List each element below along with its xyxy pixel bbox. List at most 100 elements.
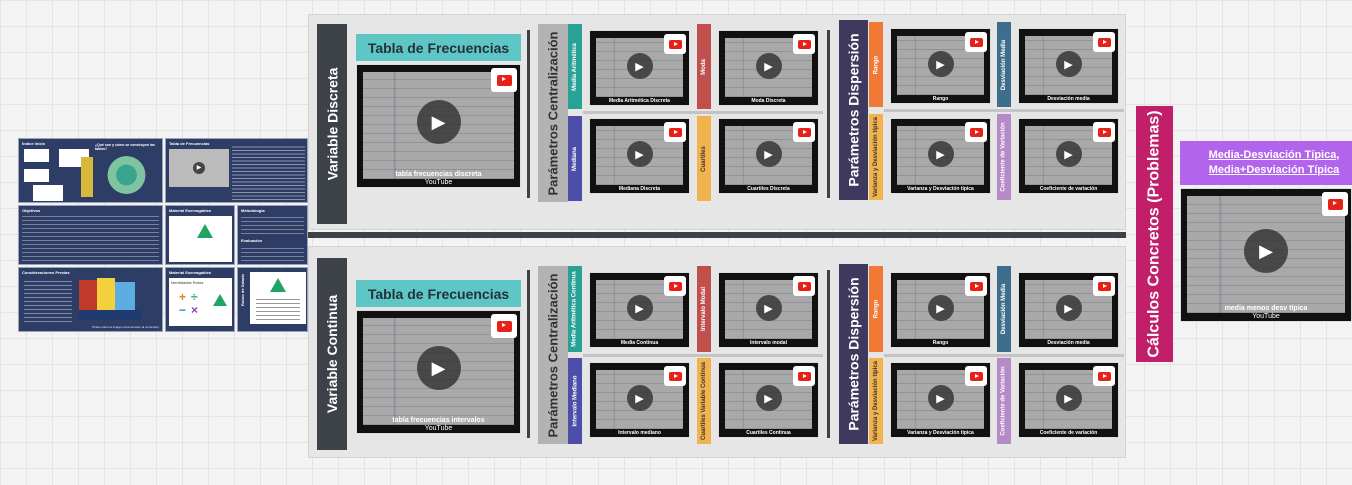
- play-icon[interactable]: ▶: [1055, 51, 1082, 77]
- video-coef-variacion[interactable]: ▶ Coeficiente de variación: [1018, 118, 1119, 194]
- card-title: Objetivos: [22, 208, 41, 213]
- video-caption: Coeficiente de variación: [1039, 186, 1098, 192]
- play-icon[interactable]: ▶: [927, 51, 954, 77]
- identidades-preview[interactable]: Identidades Rotos + ÷ − ×: [169, 278, 232, 326]
- tile-label-desviacion-media: Desviación Media: [997, 22, 1011, 107]
- play-icon[interactable]: ▶: [755, 385, 782, 411]
- description-text: [232, 145, 305, 200]
- rubric-label: Rubro de Salario: [240, 273, 245, 306]
- yellow-banner: [81, 157, 93, 197]
- row-divider: [884, 354, 1124, 357]
- video-desviacion-media[interactable]: ▶ Desviación media: [1018, 28, 1119, 104]
- folder-illustration: [97, 278, 115, 310]
- drive-icon: [197, 224, 213, 238]
- video-moda[interactable]: ▶ Moda Discreta: [718, 30, 819, 106]
- video-coef-variacion[interactable]: ▶ Coeficiente de variación: [1018, 362, 1119, 438]
- video-caption: Intervalo modal: [750, 340, 787, 346]
- section-label-continua: Variable Continua: [317, 258, 347, 450]
- card-tabla[interactable]: Tabla de Frecuencias ▶: [165, 138, 308, 203]
- youtube-icon: [793, 34, 815, 54]
- video-cuartiles-continua[interactable]: ▶ Cuartiles Continua: [718, 362, 819, 438]
- tabla-frecuencias-video[interactable]: ▶ tabla frecuencias intervalos YouTube: [356, 310, 521, 434]
- video-rango[interactable]: ▶ Rango: [890, 272, 991, 348]
- times-icon: ×: [191, 303, 199, 317]
- youtube-icon: [965, 32, 987, 52]
- video-caption: Moda Discreta: [751, 98, 786, 104]
- tabla-frecuencias-video[interactable]: ▶ tabla frecuencias discreta YouTube: [356, 64, 521, 188]
- youtube-icon: [664, 276, 686, 296]
- play-icon[interactable]: ▶: [626, 295, 653, 321]
- tile-label-intervalo-modal: Intervalo Modal: [697, 266, 711, 352]
- card-intro[interactable]: Índice Inicio ¿Qué son y cómo se constru…: [18, 138, 163, 203]
- folder-base: [79, 310, 141, 320]
- play-icon[interactable]: ▶: [626, 385, 653, 411]
- card-material-2[interactable]: Material Eservagables Identidades Rotos …: [165, 267, 235, 332]
- tile-label-media-aritmetica: Media Aritmética: [568, 24, 582, 109]
- youtube-icon: [1093, 122, 1115, 142]
- tile-label-intervalo-mediano: Intervalo Mediano: [568, 358, 582, 444]
- play-icon[interactable]: ▶: [416, 100, 461, 144]
- card-metodologia[interactable]: Metodología Evaluación: [237, 205, 308, 265]
- play-icon[interactable]: ▶: [416, 346, 461, 390]
- plus-icon: +: [179, 290, 187, 304]
- problemas-video[interactable]: ▶ media menos desv típica YouTube: [1180, 188, 1352, 322]
- play-icon[interactable]: ▶: [927, 141, 954, 167]
- video-caption: Media Continua: [620, 340, 659, 346]
- tile-label-media-continua: Media Aritmética Continua: [568, 266, 582, 352]
- card-rubrica[interactable]: Rubro de Salario: [237, 267, 308, 332]
- material-preview: [169, 216, 232, 262]
- play-icon[interactable]: ▶: [626, 141, 653, 167]
- video-caption: Intervalo mediano: [618, 430, 661, 436]
- minus-icon: −: [179, 303, 187, 317]
- play-icon[interactable]: ▶: [755, 295, 782, 321]
- video-rango[interactable]: ▶ Rango: [890, 28, 991, 104]
- youtube-icon: [664, 34, 686, 54]
- video-media-continua[interactable]: ▶ Media Continua: [589, 272, 690, 348]
- tile-label-coef-variacion: Coeficiente de Variación: [997, 358, 1011, 444]
- tile-label-mediana: Mediana: [568, 116, 582, 201]
- play-icon[interactable]: ▶: [755, 53, 782, 79]
- youtube-icon: [965, 122, 987, 142]
- play-icon[interactable]: ▶: [927, 295, 954, 321]
- tile-label-cuartiles: Cuartiles: [697, 116, 711, 201]
- video-cuartiles[interactable]: ▶ Cuartiles Discreta: [718, 118, 819, 194]
- youtube-icon: [793, 366, 815, 386]
- centralizacion-label: Parámetros Centralización: [538, 24, 568, 202]
- problemas-link[interactable]: Media-Desviación Típica, Media+Desviació…: [1180, 141, 1352, 185]
- play-icon[interactable]: ▶: [626, 53, 653, 79]
- play-icon[interactable]: ▶: [1055, 295, 1082, 321]
- youtube-icon: [965, 276, 987, 296]
- tile-label-rango: Rango: [869, 22, 883, 107]
- video-mediana[interactable]: ▶ Mediana Discreta: [589, 118, 690, 194]
- play-icon[interactable]: ▶: [1244, 229, 1288, 273]
- tabla-frecuencias-title: Tabla de Frecuencias: [356, 34, 521, 61]
- play-icon[interactable]: ▶: [755, 141, 782, 167]
- section-divider: [308, 232, 1126, 238]
- diagram-box: [24, 149, 49, 162]
- divide-icon: ÷: [191, 290, 198, 304]
- card-title: Metodología: [241, 208, 265, 213]
- play-icon: ▶: [193, 162, 205, 174]
- youtube-icon: [793, 122, 815, 142]
- youtube-icon: [664, 366, 686, 386]
- video-caption: Cuartiles Discreta: [747, 186, 790, 192]
- video-media-aritmetica[interactable]: ▶ Media Aritmética Discreta: [589, 30, 690, 106]
- video-desviacion-media[interactable]: ▶ Desviación media: [1018, 272, 1119, 348]
- diagram-circle: [99, 155, 154, 195]
- play-icon[interactable]: ▶: [1055, 141, 1082, 167]
- drive-icon: [213, 294, 227, 306]
- metodologia-text: [241, 215, 304, 234]
- video-intervalo-modal[interactable]: ▶ Intervalo modal: [718, 272, 819, 348]
- row-divider: [583, 354, 823, 357]
- play-icon[interactable]: ▶: [1055, 385, 1082, 411]
- video-varianza[interactable]: ▶ Varianza y Desviación típica: [890, 362, 991, 438]
- card-objetivos[interactable]: Objetivos: [18, 205, 163, 265]
- card-consideraciones[interactable]: Consideraciones Previas (Pulse sobre la …: [18, 267, 163, 332]
- video-varianza[interactable]: ▶ Varianza y Desviación típica: [890, 118, 991, 194]
- play-icon[interactable]: ▶: [927, 385, 954, 411]
- card-material-1[interactable]: Material Eservagables: [165, 205, 235, 265]
- problemas-label: Cálculos Concretos (Problemas): [1136, 106, 1173, 362]
- video-thumbnail[interactable]: ▶: [169, 149, 229, 187]
- video-intervalo-mediano[interactable]: ▶ Intervalo mediano: [589, 362, 690, 438]
- rubric-preview[interactable]: [250, 272, 306, 324]
